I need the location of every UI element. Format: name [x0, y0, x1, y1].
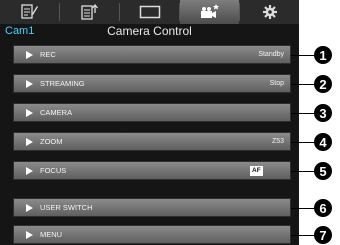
gear-icon [262, 5, 277, 19]
callout-line [291, 208, 315, 209]
camera-settings-icon [200, 4, 219, 18]
tab-export[interactable] [60, 0, 119, 24]
tab-settings[interactable] [240, 0, 299, 24]
play-arrow-icon [26, 203, 33, 212]
callout-line [291, 113, 315, 114]
play-arrow-icon [26, 50, 33, 59]
menu-item-zoom[interactable]: ZOOM Z53 [13, 132, 291, 151]
menu-item-menu[interactable]: MENU [13, 225, 291, 244]
camera-control-panel: Cam1 Camera Control REC Standby STREAMIN… [0, 0, 299, 245]
callout-line [291, 84, 315, 85]
play-arrow-icon [26, 79, 33, 88]
document-edit-icon [20, 4, 38, 19]
callout-5: 5 [314, 162, 332, 180]
menu-item-label: USER SWITCH [40, 203, 93, 212]
rec-status: Standby [258, 51, 284, 58]
menu-item-label: MENU [40, 230, 63, 239]
menu-item-streaming[interactable]: STREAMING Stop [13, 74, 291, 93]
callout-7: 7 [314, 226, 332, 244]
callout-2: 2 [314, 75, 332, 93]
callout-line [291, 171, 315, 172]
zoom-value: Z53 [271, 138, 284, 145]
play-arrow-icon [26, 230, 33, 239]
callout-3: 3 [314, 104, 332, 122]
tab-edit[interactable] [0, 0, 59, 24]
callout-1: 1 [314, 46, 332, 64]
document-export-icon [80, 4, 98, 20]
callout-6: 6 [314, 199, 332, 217]
tab-screen[interactable] [120, 0, 179, 24]
play-arrow-icon [26, 137, 33, 146]
af-badge: AF [250, 166, 263, 176]
callout-line [291, 55, 315, 56]
callout-line [291, 235, 315, 236]
menu-item-label: ZOOM [40, 137, 63, 146]
screen-icon [139, 5, 160, 19]
page-title: Camera Control [107, 24, 192, 38]
menu-item-label: CAMERA [40, 108, 73, 117]
menu-item-label: REC [40, 50, 56, 59]
play-arrow-icon [26, 108, 33, 117]
menu-item-label: STREAMING [40, 79, 85, 88]
menu-item-rec[interactable]: REC Standby [13, 45, 291, 64]
streaming-status: Stop [269, 80, 284, 87]
menu-item-camera[interactable]: CAMERA [13, 103, 291, 122]
menu-item-label: FOCUS [40, 166, 67, 175]
menu-item-focus[interactable]: FOCUS AF [13, 161, 291, 180]
tab-bar [0, 0, 299, 24]
tab-camera-control[interactable] [180, 0, 239, 24]
menu-item-user-switch[interactable]: USER SWITCH [13, 198, 291, 217]
panel-header: Cam1 Camera Control [0, 24, 299, 40]
callout-4: 4 [314, 133, 332, 151]
play-arrow-icon [26, 166, 33, 175]
callout-line [291, 142, 315, 143]
